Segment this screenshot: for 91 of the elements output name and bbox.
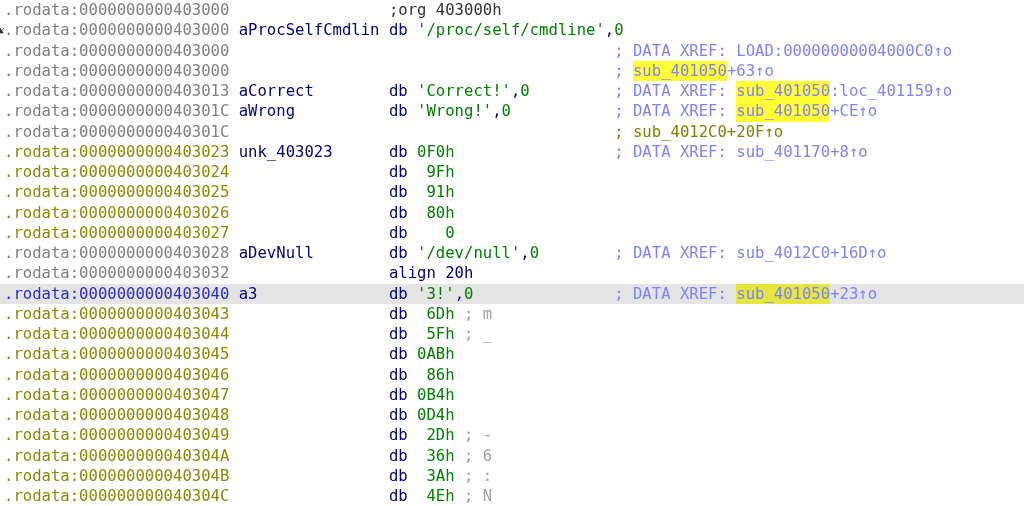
operand-text: '/proc/self/cmdline',0 — [417, 21, 624, 40]
comment-text: :loc_401159↑o — [830, 81, 953, 102]
operand-text: 0ABh — [417, 345, 455, 364]
mnemonic: db — [388, 284, 408, 303]
operand-text: 91h — [425, 183, 455, 202]
address-text: .rodata:0000000000403049 — [4, 425, 230, 446]
label-name: unk_403023 — [238, 142, 333, 161]
address-text: .rodata:0000000000403027 — [4, 222, 230, 243]
label-name: aProcSelfCmdlin — [238, 21, 380, 40]
mnemonic: align — [388, 264, 436, 283]
comment-text: ; DATA XREF: sub_401170+8↑o — [614, 141, 868, 162]
highlighted-text: sub_401050 — [736, 81, 831, 102]
mnemonic: db — [388, 325, 408, 343]
address-text: .rodata:000000000040301C — [4, 101, 230, 122]
address-text: .rodata:000000000040304A — [4, 445, 230, 466]
address-text: .rodata:0000000000403026 — [4, 202, 230, 223]
address-text: .rodata:0000000000403043 — [4, 303, 230, 324]
operand-text: 'Correct!',0 — [417, 82, 530, 100]
address-text: .rodata:000000000040304C — [4, 486, 230, 506]
operand-text: '3!',0 — [417, 284, 474, 303]
address-text: .rodata:0000000000403000 — [4, 40, 230, 61]
mnemonic: db — [388, 163, 408, 181]
comment-text: ; — [614, 60, 625, 81]
operand-text: 0B4h — [417, 385, 455, 404]
mnemonic: db — [388, 142, 408, 161]
mnemonic: db — [388, 426, 408, 445]
mnemonic: db — [388, 244, 408, 262]
mnemonic: db — [388, 102, 408, 121]
address-text: .rodata:0000000000403032 — [4, 263, 230, 284]
comment-text: ; DATA XREF: — [614, 101, 728, 122]
comment-text: +63↑o — [726, 60, 774, 81]
highlighted-text: sub_401050 — [736, 101, 831, 122]
mnemonic: db — [388, 304, 408, 323]
operand-text: 36h ; 6 — [425, 446, 493, 465]
address-text: .rodata:0000000000403048 — [4, 405, 230, 426]
label-name: aCorrect — [238, 82, 314, 100]
label-name: a3 — [238, 284, 258, 303]
operand-text: 2Dh ; - — [425, 426, 493, 445]
operand-text: 0F0h — [417, 142, 455, 161]
comment-text: ; DATA XREF: — [614, 81, 728, 102]
address-text: .rodata:0000000000403013 — [4, 81, 230, 102]
mnemonic: db — [388, 406, 408, 424]
address-text: .rodata:0000000000403028 — [4, 243, 230, 264]
comment-text: ; DATA XREF: sub_4012C0+16D↑o — [614, 243, 887, 264]
mnemonic: db — [388, 365, 408, 384]
address-text: .rodata:0000000000403046 — [4, 364, 230, 385]
operand-text: 6Dh ; m — [425, 304, 493, 323]
label-name: aWrong — [238, 102, 296, 121]
address-text: .rodata:0000000000403023 — [4, 141, 230, 162]
comment-text: +23↑o — [830, 283, 878, 304]
mnemonic: db — [388, 487, 408, 505]
highlighted-text: sub_401050 — [633, 60, 727, 81]
mnemonic: db — [388, 466, 408, 485]
operand-text: 4Eh ; N — [425, 487, 493, 505]
mnemonic: db — [388, 203, 408, 222]
mnemonic: db — [388, 345, 408, 364]
mnemonic: db — [388, 21, 408, 40]
address-text: .rodata:0000000000403000 — [4, 20, 230, 41]
address-text: .rodata:0000000000403024 — [4, 162, 230, 183]
mnemonic: db — [388, 82, 408, 100]
highlighted-text: sub_401050 — [736, 283, 831, 304]
address-text: .rodata:000000000040301C — [4, 121, 230, 142]
address-text: .rodata:0000000000403000 — [4, 60, 230, 81]
address-text: .rodata:0000000000403000 — [4, 0, 230, 21]
label-name: aDevNull — [238, 244, 314, 262]
operand-text: '/dev/null',0 — [417, 244, 540, 262]
comment-text: ; DATA XREF: — [614, 283, 728, 304]
comment-text: ; DATA XREF: LOAD:00000000004000C0↑o — [614, 40, 953, 61]
comment-text: ; sub_4012C0+20F↑o — [614, 121, 784, 142]
operand-text: 80h — [425, 203, 455, 222]
address-text: .rodata:0000000000403047 — [4, 384, 230, 405]
mnemonic: db — [388, 385, 408, 404]
address-text: .rodata:0000000000403040 — [4, 283, 230, 304]
operand-text: 0 — [444, 223, 455, 242]
operand-text: 0D4h — [417, 406, 455, 424]
mnemonic: db — [388, 446, 408, 465]
operand-text: 5Fh ; _ — [425, 325, 493, 343]
operand-text: 86h — [425, 365, 455, 384]
operand-text: 3Ah ; : — [425, 466, 493, 485]
operand-text: ;org 403000h — [388, 1, 502, 19]
address-text: .rodata:0000000000403045 — [4, 344, 230, 365]
comment-text: +CE↑o — [830, 101, 878, 122]
mnemonic: db — [388, 223, 408, 242]
selected-line-highlight[interactable]: .rodata:0000000000403040 a3 db '3!',0 ; DATA XREF: sub_401050+23↑o — [0, 283, 1024, 304]
address-text: .rodata:0000000000403044 — [4, 324, 230, 345]
operand-text: 20h — [445, 264, 474, 283]
address-text: .rodata:0000000000403025 — [4, 182, 230, 203]
address-text: .rodata:000000000040304B — [4, 465, 230, 486]
mnemonic: db — [388, 183, 408, 202]
operand-text: 'Wrong!',0 — [417, 102, 511, 121]
operand-text: 9Fh — [425, 163, 455, 181]
